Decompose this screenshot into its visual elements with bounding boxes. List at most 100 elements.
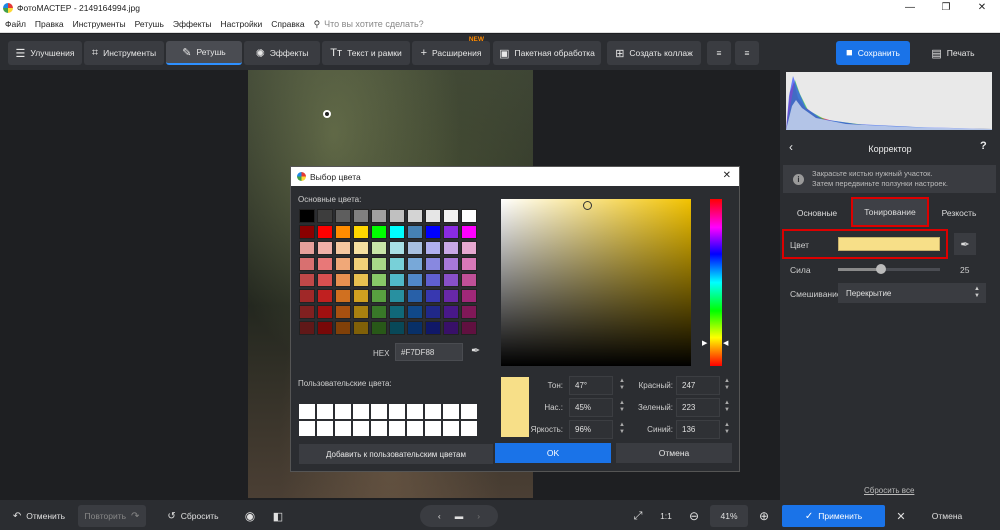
hue-slider[interactable]: [710, 199, 722, 366]
color-swatch-3[interactable]: [353, 209, 369, 223]
custom-color-slot[interactable]: [353, 404, 369, 419]
color-swatch-74[interactable]: [371, 321, 387, 335]
extensions-button[interactable]: + Расширения NEW: [412, 36, 490, 65]
color-swatch-39[interactable]: [461, 257, 477, 271]
blue-input[interactable]: 136: [676, 420, 720, 439]
saturation-input[interactable]: 45%: [569, 398, 613, 417]
next-image-button[interactable]: ›: [477, 511, 480, 521]
red-spin[interactable]: ▲ ▼: [723, 378, 731, 392]
color-swatch-70[interactable]: [299, 321, 315, 335]
menu-search[interactable]: ⚲ Что вы хотите сделать?: [314, 19, 424, 30]
color-swatch-47[interactable]: [425, 273, 441, 287]
reset-all-link[interactable]: Сбросить все: [864, 486, 914, 495]
custom-color-slot[interactable]: [461, 404, 477, 419]
color-swatch-43[interactable]: [353, 273, 369, 287]
color-swatch-0[interactable]: [299, 209, 315, 223]
custom-color-slot[interactable]: [389, 404, 405, 419]
dialog-cancel-button[interactable]: Отмена: [616, 443, 732, 463]
color-swatch-14[interactable]: [371, 225, 387, 239]
cancel-x-icon[interactable]: ✕: [892, 505, 910, 527]
custom-color-slot[interactable]: [299, 421, 315, 436]
custom-color-slot[interactable]: [299, 404, 315, 419]
color-swatch-28[interactable]: [443, 241, 459, 255]
color-swatch-38[interactable]: [443, 257, 459, 271]
color-swatch-18[interactable]: [443, 225, 459, 239]
reset-button[interactable]: ↺ Сбросить: [164, 505, 222, 527]
help-button[interactable]: ?: [980, 140, 987, 152]
menu-retouch[interactable]: Ретушь: [135, 19, 164, 29]
custom-color-slot[interactable]: [461, 421, 477, 436]
color-swatch-76[interactable]: [407, 321, 423, 335]
color-swatch-63[interactable]: [353, 305, 369, 319]
color-swatch-71[interactable]: [317, 321, 333, 335]
color-swatch-27[interactable]: [425, 241, 441, 255]
color-swatch-9[interactable]: [461, 209, 477, 223]
cancel-button[interactable]: Отмена: [922, 505, 972, 527]
tab-toning[interactable]: Тонирование: [851, 197, 929, 227]
tab-basic[interactable]: Основные: [784, 200, 850, 226]
minimize-button[interactable]: —: [892, 0, 928, 16]
color-swatch-60[interactable]: [299, 305, 315, 319]
menu-file[interactable]: Файл: [5, 19, 26, 29]
print-button[interactable]: ▤ Печать: [914, 41, 992, 65]
color-swatch-67[interactable]: [425, 305, 441, 319]
color-swatch-59[interactable]: [461, 289, 477, 303]
text-frames-button[interactable]: Tт Текст и рамки: [322, 41, 410, 65]
zoom-in-button[interactable]: ⊕: [756, 505, 772, 527]
menu-edit[interactable]: Правка: [35, 19, 64, 29]
color-swatch-29[interactable]: [461, 241, 477, 255]
color-swatch-30[interactable]: [299, 257, 315, 271]
green-spin[interactable]: ▲ ▼: [723, 400, 731, 414]
menu-effects[interactable]: Эффекты: [173, 19, 212, 29]
custom-color-slot[interactable]: [389, 421, 405, 436]
color-swatch-37[interactable]: [425, 257, 441, 271]
improvements-button[interactable]: ☰ Улучшения: [8, 41, 82, 65]
color-swatch-2[interactable]: [335, 209, 351, 223]
hex-input[interactable]: #F7DF88: [395, 343, 463, 361]
preset-save-button[interactable]: ≡: [735, 41, 759, 65]
color-swatch-69[interactable]: [461, 305, 477, 319]
color-swatch-77[interactable]: [425, 321, 441, 335]
hue-input[interactable]: 47°: [569, 376, 613, 395]
color-swatch-11[interactable]: [317, 225, 333, 239]
custom-color-slot[interactable]: [407, 421, 423, 436]
color-swatch-20[interactable]: [299, 241, 315, 255]
custom-color-slot[interactable]: [371, 404, 387, 419]
color-swatch-13[interactable]: [353, 225, 369, 239]
red-input[interactable]: 247: [676, 376, 720, 395]
color-swatch-65[interactable]: [389, 305, 405, 319]
color-swatch-36[interactable]: [407, 257, 423, 271]
effects-button[interactable]: ✺ Эффекты: [244, 41, 320, 65]
strength-slider-handle[interactable]: [876, 264, 886, 274]
color-swatch-24[interactable]: [371, 241, 387, 255]
color-swatch-79[interactable]: [461, 321, 477, 335]
color-swatch-66[interactable]: [407, 305, 423, 319]
color-swatch-56[interactable]: [407, 289, 423, 303]
color-swatch-10[interactable]: [299, 225, 315, 239]
custom-color-slot[interactable]: [353, 421, 369, 436]
color-swatch-58[interactable]: [443, 289, 459, 303]
color-swatch-45[interactable]: [389, 273, 405, 287]
color-swatch-26[interactable]: [407, 241, 423, 255]
custom-color-slot[interactable]: [425, 421, 441, 436]
color-swatch-31[interactable]: [317, 257, 333, 271]
saturation-value-field[interactable]: [501, 199, 691, 366]
prev-image-button[interactable]: ‹: [438, 511, 441, 521]
color-swatch-73[interactable]: [353, 321, 369, 335]
color-swatch-64[interactable]: [371, 305, 387, 319]
blend-mode-select[interactable]: Перекрытие ▲ ▼: [838, 283, 986, 303]
color-swatch-21[interactable]: [317, 241, 333, 255]
color-swatch-44[interactable]: [371, 273, 387, 287]
color-swatch-62[interactable]: [335, 305, 351, 319]
color-swatch[interactable]: [838, 237, 940, 251]
custom-color-slot[interactable]: [371, 421, 387, 436]
color-swatch-40[interactable]: [299, 273, 315, 287]
color-swatch-49[interactable]: [461, 273, 477, 287]
menu-settings[interactable]: Настройки: [221, 19, 263, 29]
fit-screen-button[interactable]: ⤢: [628, 505, 648, 527]
custom-color-slot[interactable]: [317, 404, 333, 419]
custom-color-slot[interactable]: [317, 421, 333, 436]
color-swatch-16[interactable]: [407, 225, 423, 239]
folder-icon[interactable]: ▬: [455, 511, 464, 521]
custom-color-slot[interactable]: [443, 421, 459, 436]
